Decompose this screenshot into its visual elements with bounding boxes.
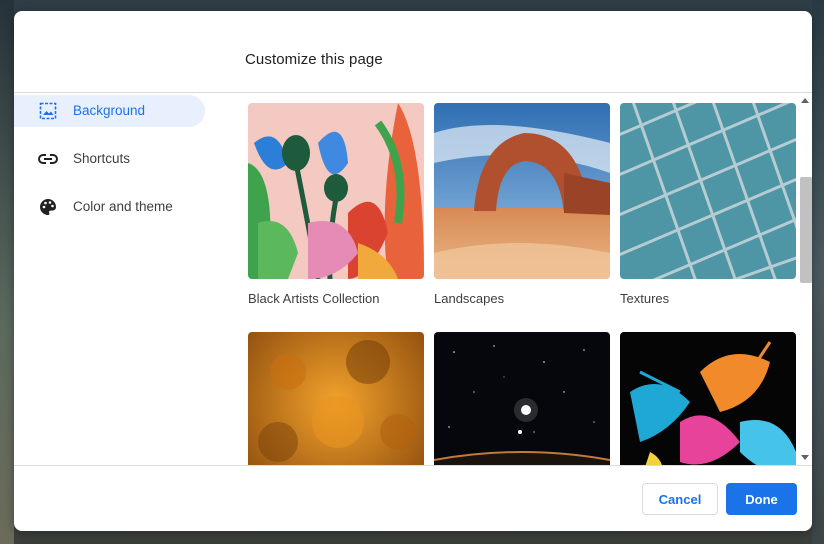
done-button[interactable]: Done bbox=[726, 483, 797, 515]
scroll-up-arrow-icon[interactable] bbox=[801, 98, 809, 103]
image-icon bbox=[38, 101, 58, 121]
sidebar-item-label: Color and theme bbox=[73, 199, 173, 214]
sidebar-item-label: Shortcuts bbox=[73, 151, 131, 166]
palette-icon bbox=[38, 197, 58, 217]
customize-dialog: Customize this page Background Shortcuts bbox=[14, 11, 812, 531]
collection-grid: Black Artists Collection Landscapes Text… bbox=[248, 103, 796, 465]
sidebar-item-shortcuts[interactable]: Shortcuts bbox=[14, 143, 205, 175]
sidebar: Background Shortcuts Color and theme bbox=[14, 95, 214, 239]
cancel-button[interactable]: Cancel bbox=[642, 483, 718, 515]
scrollbar-thumb[interactable] bbox=[800, 177, 812, 283]
collection-thumbnail bbox=[620, 103, 796, 279]
desktop-backdrop-right bbox=[812, 0, 824, 544]
collection-tile-5[interactable] bbox=[434, 332, 610, 465]
scroll-down-arrow-icon[interactable] bbox=[801, 455, 809, 460]
collection-tile-4[interactable] bbox=[248, 332, 424, 465]
footer-divider bbox=[14, 465, 812, 466]
collection-thumbnail bbox=[434, 103, 610, 279]
collection-label: Black Artists Collection bbox=[248, 291, 380, 306]
header-divider bbox=[14, 92, 812, 93]
sidebar-item-label: Background bbox=[73, 103, 146, 118]
collection-label: Textures bbox=[620, 291, 670, 306]
collection-tile-landscapes[interactable]: Landscapes bbox=[434, 103, 610, 306]
sidebar-item-background[interactable]: Background bbox=[14, 95, 205, 127]
collection-tile-black-artists[interactable]: Black Artists Collection bbox=[248, 103, 424, 306]
collection-tile-6[interactable] bbox=[620, 332, 796, 465]
collection-thumbnail bbox=[620, 332, 796, 465]
vertical-scrollbar[interactable] bbox=[798, 93, 812, 465]
sidebar-item-color-and-theme[interactable]: Color and theme bbox=[14, 191, 205, 223]
collection-tile-textures[interactable]: Textures bbox=[620, 103, 796, 306]
collection-thumbnail bbox=[248, 103, 424, 279]
collection-thumbnail bbox=[434, 332, 610, 465]
dialog-title: Customize this page bbox=[245, 51, 383, 68]
collection-thumbnail bbox=[248, 332, 424, 465]
collection-label: Landscapes bbox=[434, 291, 505, 306]
link-icon bbox=[38, 149, 58, 169]
desktop-backdrop-left bbox=[0, 0, 14, 544]
